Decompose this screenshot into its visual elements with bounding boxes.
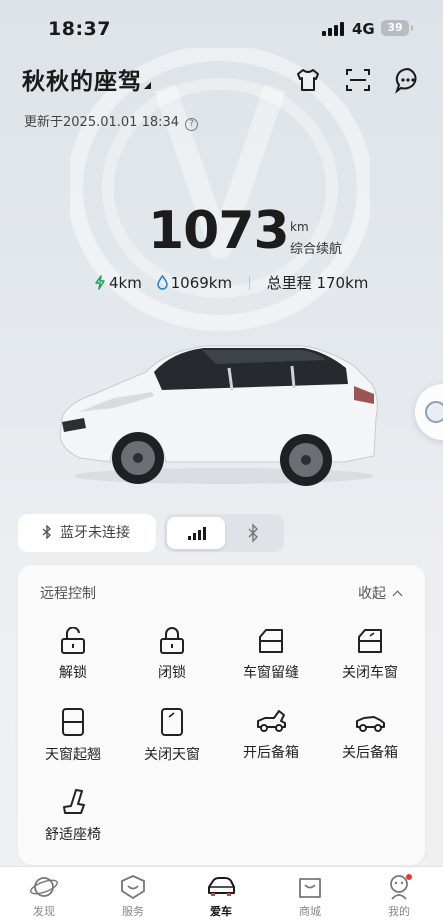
tab-service[interactable]: 服务 [103,873,163,919]
range-unit: km [290,220,309,234]
fuel-range-value: 1069km [170,273,233,292]
vehicle-switch-caret-icon[interactable] [144,82,151,89]
range-block: 1073 km 综合续航 [148,202,408,262]
control-label: 关闭车窗 [342,665,398,681]
bottom-tab-bar: 发现 服务 爱车 商城 我的 [0,866,443,920]
control-label: 关闭天窗 [144,747,200,763]
network-mode-button[interactable] [167,517,225,549]
bluetooth-status-text: 蓝牙未连接 [60,525,130,541]
vehicle-image[interactable] [54,338,384,488]
control-sunroof-tilt[interactable]: 天窗起翘 [28,707,118,764]
lightning-icon [95,274,105,290]
car-icon [208,877,235,896]
battery-level: 39 [387,21,403,34]
window-vent-icon [259,629,283,653]
sunroof-close-icon [161,708,183,736]
bluetooth-mode-button[interactable] [224,517,282,549]
trunk-close-icon [356,716,385,732]
fuel-drop-icon [156,274,168,290]
tab-discover[interactable]: 发现 [14,873,74,919]
signal-bars-icon [188,527,206,540]
battery-icon: 39 [381,20,413,36]
service-icon [121,875,145,899]
update-time: 更新于2025.01.01 18:34? [24,111,199,131]
bluetooth-icon [42,524,52,540]
header: 秋秋的座驾 [22,62,422,102]
tshirt-icon[interactable] [294,66,322,94]
bluetooth-status[interactable]: 蓝牙未连接 [18,514,156,552]
shop-icon [299,878,321,898]
control-label: 开后备箱 [243,745,299,761]
tab-label: 爱车 [210,905,232,918]
range-value: 1073 [148,201,290,261]
seat-icon [63,789,85,814]
control-label: 车窗留缝 [243,665,299,681]
signal-icon [322,22,346,36]
control-lock[interactable]: 闭锁 [127,627,217,682]
control-label: 闭锁 [158,665,186,681]
odometer: 总里程 170km [266,274,369,292]
side-drawer-handle[interactable] [415,384,443,440]
network-type: 4G [352,20,375,38]
scan-icon[interactable] [344,66,372,94]
electric-range-value: 4km [109,273,142,292]
help-icon[interactable]: ? [185,118,199,131]
sunroof-tilt-icon [62,708,84,736]
control-window-close[interactable]: 关闭车窗 [325,627,415,682]
collapse-label: 收起 [358,586,386,602]
vehicle-name[interactable]: 秋秋的座驾 [22,62,142,96]
planet-icon [30,877,58,897]
remote-control-title: 远程控制 [40,586,96,602]
status-time: 18:37 [48,18,111,40]
unlock-icon [61,627,85,654]
control-comfort-seat[interactable]: 舒适座椅 [28,787,118,844]
trunk-open-icon [257,710,286,732]
message-icon[interactable] [394,66,422,94]
control-window-vent[interactable]: 车窗留缝 [226,627,316,682]
fuel-range: 1069km [156,273,233,292]
tab-profile[interactable]: 我的 [369,873,429,919]
update-time-text: 更新于2025.01.01 18:34 [24,115,180,130]
chevron-up-icon [392,590,403,601]
range-stats: 4km 1069km 总里程 170km [94,272,368,294]
collapse-button[interactable]: 收起 [358,583,403,603]
notification-badge [406,874,412,880]
control-sunroof-close[interactable]: 关闭天窗 [127,707,217,764]
tab-my-car[interactable]: 爱车 [191,873,251,919]
control-label: 关后备箱 [342,745,398,761]
tab-shop[interactable]: 商城 [280,873,340,919]
divider [248,275,250,290]
assistant-icon [425,401,443,423]
connection-mode-toggle[interactable] [164,514,284,552]
lock-icon [160,627,184,654]
electric-range: 4km [94,274,142,292]
control-trunk-close[interactable]: 关后备箱 [325,707,415,762]
tab-label: 商城 [299,905,321,918]
control-label: 舒适座椅 [45,827,101,843]
window-close-icon [358,629,382,653]
range-label: 综合续航 [290,242,343,257]
control-label: 天窗起翘 [45,747,101,763]
control-trunk-open[interactable]: 开后备箱 [226,707,316,762]
bluetooth-icon [248,523,258,543]
tab-label: 服务 [122,905,144,918]
control-unlock[interactable]: 解锁 [28,627,118,682]
remote-control-panel: 远程控制 收起 解锁 闭锁 车窗留缝 关闭车窗 天窗起翘 关闭天窗 开后备箱 关… [18,565,425,865]
tab-label: 我的 [388,905,410,918]
tab-label: 发现 [33,905,55,918]
control-label: 解锁 [59,665,87,681]
